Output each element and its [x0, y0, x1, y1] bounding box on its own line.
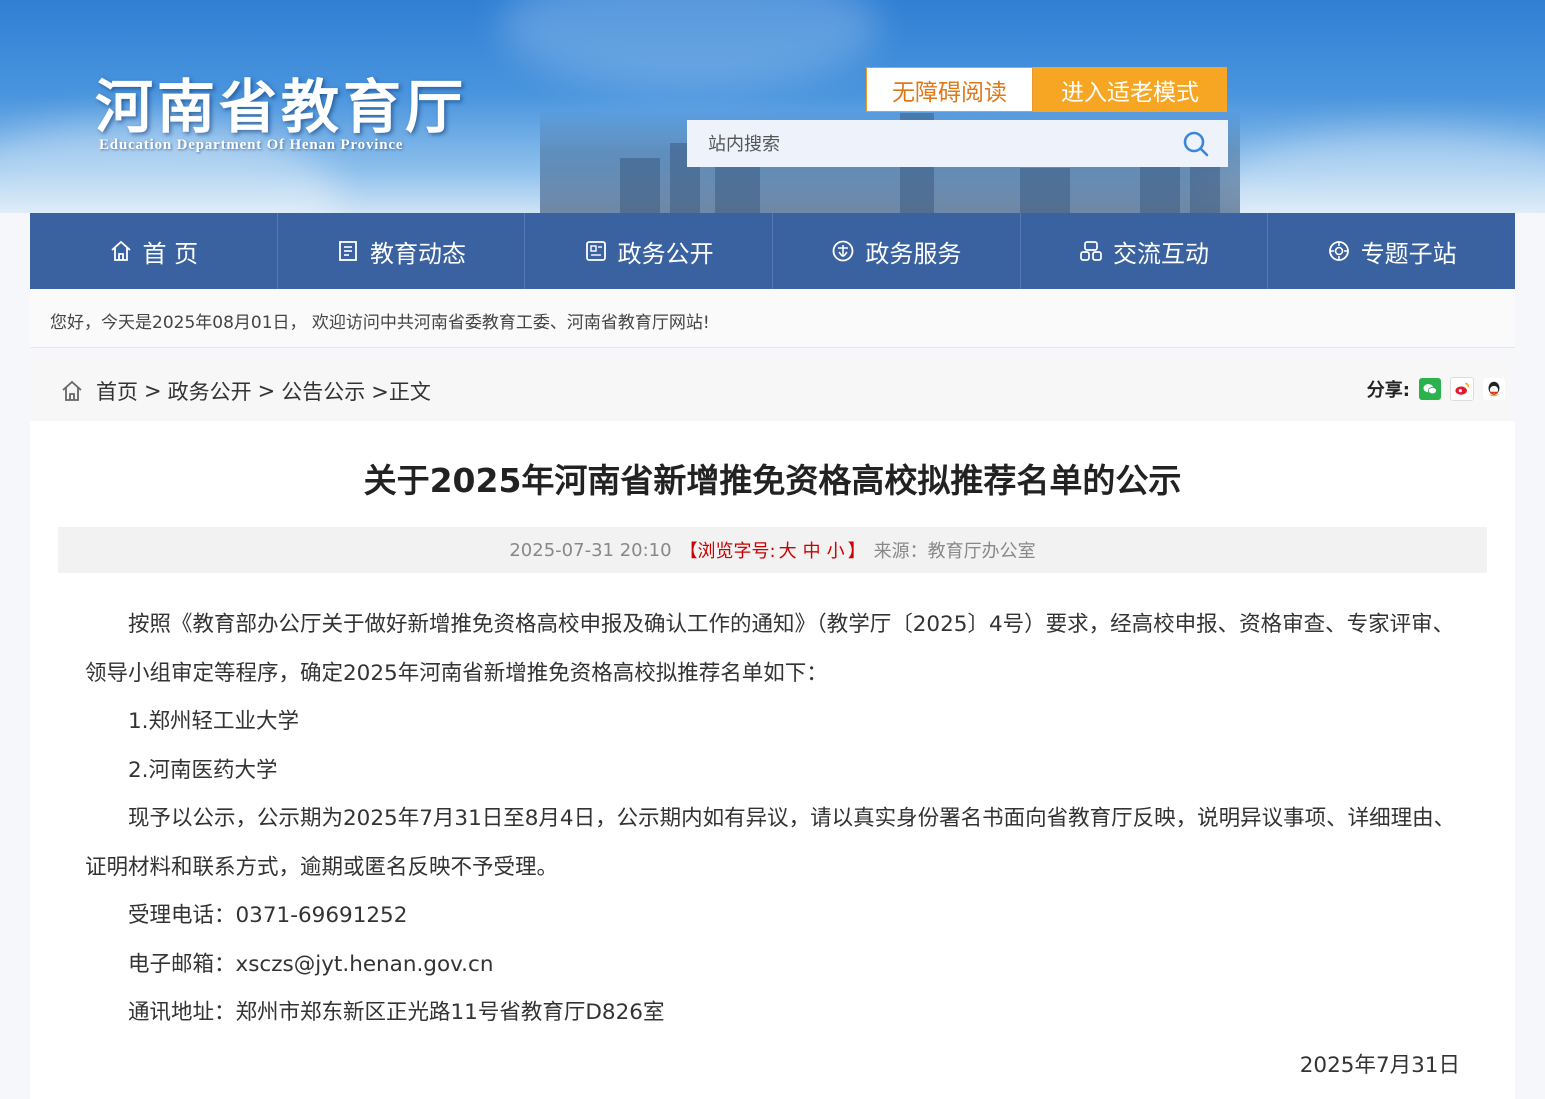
article-paragraph: 1.郑州轻工业大学	[128, 709, 300, 734]
fontsize-bracket: 】	[847, 541, 866, 562]
home-icon	[110, 240, 131, 261]
fontsize-label: 【浏览字号:	[679, 541, 776, 562]
article-source: 来源：教育厅办公室	[873, 541, 1036, 562]
breadcrumb-gov-affairs-link[interactable]: 政务公开	[168, 376, 252, 406]
qq-icon[interactable]	[1483, 378, 1505, 400]
nav-item-interaction[interactable]: 交流互动	[1021, 213, 1269, 289]
cloud-decoration	[500, 0, 880, 90]
fontsize-large-button[interactable]: 大	[779, 537, 797, 563]
interact-icon	[1080, 241, 1102, 261]
weibo-icon[interactable]	[1450, 377, 1474, 401]
site-logo-text: 河南省教育厅	[95, 73, 468, 141]
nav-item-label: 政务公开	[617, 239, 714, 268]
main-nav: 首 页 教育动态 政务公开 政务服务 交流互动 专题子站	[30, 213, 1515, 289]
building-shape	[620, 158, 660, 213]
share-label: 分享:	[1366, 380, 1410, 401]
nav-item-home[interactable]: 首 页	[30, 213, 278, 289]
building-shape	[1020, 168, 1070, 213]
topic-icon	[1328, 241, 1349, 261]
nav-item-label: 政务服务	[865, 239, 962, 268]
nav-item-gov-affairs[interactable]: 政务公开	[525, 213, 774, 289]
nav-item-gov-service[interactable]: 政务服务	[773, 213, 1021, 289]
breadcrumb-separator: >	[144, 379, 162, 403]
nav-item-label: 首 页	[142, 239, 199, 268]
breadcrumb-current: >正文	[371, 380, 431, 404]
fontsize-small-button[interactable]: 小	[827, 537, 845, 563]
nav-item-label: 教育动态	[370, 239, 466, 268]
article-title: 关于2025年河南省新增推免资格高校拟推荐名单的公示	[363, 461, 1182, 500]
article-container: 首页 > 政务公开 > 公告公示 >正文 分享: 关于2025年河南省新增推免资…	[30, 356, 1515, 1099]
news-icon	[339, 241, 357, 261]
article-paragraph: 现予以公示，公示期为2025年7月31日至8月4日，公示期内如有异议，请以真实身…	[85, 806, 1456, 880]
breadcrumb-bar: 首页 > 政务公开 > 公告公示 >正文 分享:	[30, 356, 1515, 421]
article-sign-date: 2025年7月31日	[1299, 1053, 1460, 1078]
document-icon	[585, 241, 606, 261]
article-paragraph: 通讯地址：郑州市郑东新区正光路11号省教育厅D826室	[128, 1000, 665, 1025]
article-paragraph: 受理电话：0371-69691252	[128, 903, 408, 928]
article-meta: 2025-07-31 20:10 【浏览字号: 大 中 小 】 来源：教育厅办公…	[58, 527, 1487, 573]
search-input[interactable]	[687, 120, 1180, 169]
nav-item-label: 专题子站	[1360, 239, 1457, 268]
nav-item-topics[interactable]: 专题子站	[1268, 213, 1515, 289]
breadcrumb-separator: >	[257, 379, 276, 403]
search-box	[687, 120, 1228, 169]
nav-item-label: 交流互动	[1113, 239, 1210, 268]
elder-mode-button[interactable]: 进入适老模式	[1033, 67, 1227, 112]
accessibility-button[interactable]: 无障碍阅读	[866, 67, 1033, 112]
nav-item-news[interactable]: 教育动态	[278, 213, 526, 289]
site-logo-subtitle: Education Department Of Henan Province	[99, 137, 404, 153]
search-icon[interactable]	[1182, 130, 1210, 158]
article-datetime: 2025-07-31 20:10	[509, 539, 672, 561]
cloud-decoration	[1200, 130, 1545, 213]
article-paragraph: 电子邮箱：xsczs@jyt.henan.gov.cn	[128, 951, 494, 977]
share-bar: 分享:	[1367, 376, 1505, 402]
service-icon	[832, 240, 854, 262]
welcome-bar: 您好，今天是2025年08月01日， 欢迎访问中共河南省委教育工委、河南省教育厅…	[30, 289, 1515, 348]
article-paragraph: 2.河南医药大学	[128, 757, 278, 783]
article-body: 按照《教育部办公厅关于做好新增推免资格高校申报及确认工作的通知》（教学厅〔202…	[85, 601, 1463, 1038]
fontsize-medium-button[interactable]: 中	[803, 537, 821, 563]
breadcrumb-announcements-link[interactable]: 公告公示	[281, 376, 365, 406]
header-banner: 河南省教育厅 Education Department Of Henan Pro…	[0, 0, 1545, 213]
home-icon	[62, 380, 82, 401]
article-paragraph: 按照《教育部办公厅关于做好新增推免资格高校申报及确认工作的通知》（教学厅〔202…	[85, 612, 1455, 686]
breadcrumb: 首页 > 政务公开 > 公告公示 >正文	[60, 376, 431, 406]
wechat-icon[interactable]	[1419, 378, 1441, 400]
breadcrumb-home-link[interactable]: 首页	[96, 376, 138, 406]
